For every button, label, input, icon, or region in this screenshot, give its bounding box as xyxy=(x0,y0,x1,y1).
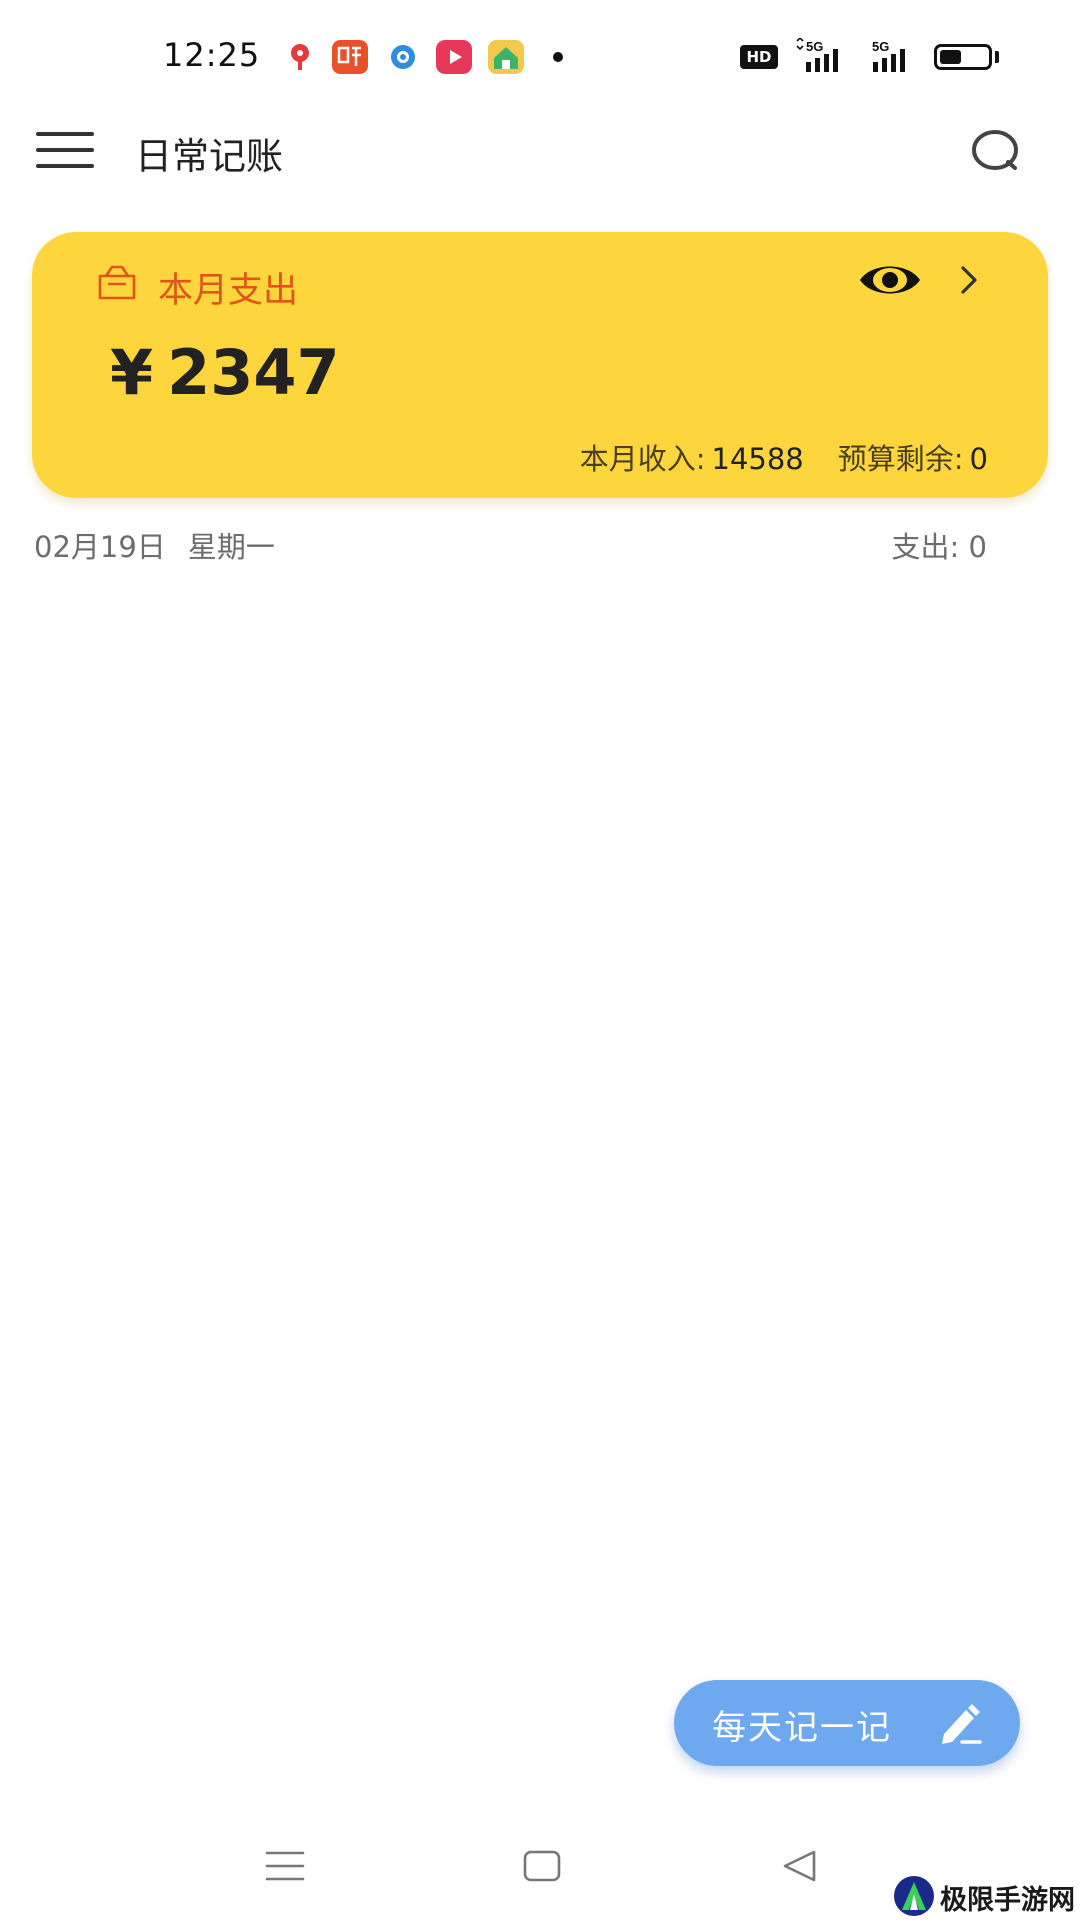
wallet-icon xyxy=(98,265,136,300)
svg-text:5G: 5G xyxy=(872,39,889,54)
summary-detail-button[interactable] xyxy=(954,262,984,298)
signal-1-icon: 5G xyxy=(796,38,838,72)
search-icon xyxy=(972,130,1018,170)
income-value: 14588 xyxy=(711,442,804,476)
expense-amount-value: 2347 xyxy=(167,336,340,409)
weekday-text: 星期一 xyxy=(187,530,275,564)
watermark-text: 极限手游网 xyxy=(940,1885,1075,1916)
battery-tip xyxy=(995,51,999,63)
menu-line xyxy=(36,148,94,152)
budget-value: 0 xyxy=(969,442,988,476)
watermark: 极限手游网 xyxy=(888,1872,1080,1920)
svg-text:5G: 5G xyxy=(806,39,823,54)
budget-label: 预算剩余: xyxy=(837,442,964,476)
hd-badge: HD xyxy=(740,45,778,69)
video-play-icon xyxy=(436,40,472,74)
map-pin-icon xyxy=(291,44,309,70)
date-text: 02月19日 xyxy=(34,530,166,564)
add-record-button[interactable]: 每天记一记 xyxy=(674,1680,1020,1766)
battery-level xyxy=(940,50,961,64)
income-label: 本月收入: xyxy=(579,442,706,476)
day-expense-label: 支出: xyxy=(891,530,960,564)
add-record-label: 每天记一记 xyxy=(712,1708,892,1748)
more-notifications-dot xyxy=(553,52,563,62)
eye-icon xyxy=(860,266,920,294)
status-time: 12:25 xyxy=(163,36,261,74)
app-screen: 12:25 HD 5G 5G 日常记账 本月支出 ¥ 2347 本月收入: 14… xyxy=(0,0,1080,1920)
monthly-expense-label: 本月支出 xyxy=(158,271,299,311)
back-button[interactable] xyxy=(780,1848,820,1884)
search-button[interactable] xyxy=(968,124,1024,180)
menu-line xyxy=(36,164,94,168)
pencil-icon xyxy=(942,1704,982,1744)
battery-icon xyxy=(934,44,992,70)
monthly-expense-amount: ¥2347 xyxy=(110,336,340,409)
monthly-summary-card[interactable]: 本月支出 ¥2347 本月收入: 14588 预算剩余: 0 xyxy=(32,232,1048,498)
home-app-icon xyxy=(488,40,524,74)
currency-symbol: ¥ xyxy=(110,336,154,409)
day-expense: 支出: 0 xyxy=(892,524,987,566)
eye-app-icon xyxy=(391,45,415,69)
listen-app-icon xyxy=(332,40,368,74)
chevron-right-icon xyxy=(961,266,977,294)
signal-2-icon: 5G xyxy=(872,39,905,72)
watermark-logo-icon xyxy=(894,1876,934,1916)
status-bar: 12:25 HD 5G 5G xyxy=(0,0,1080,110)
toggle-visibility-button[interactable] xyxy=(858,260,922,300)
menu-button[interactable] xyxy=(36,132,94,168)
card-stats: 本月收入: 14588 预算剩余: 0 xyxy=(580,436,988,478)
home-button[interactable] xyxy=(522,1848,562,1884)
day-expense-value: 0 xyxy=(968,530,987,564)
recent-apps-button[interactable] xyxy=(264,1848,306,1884)
date-header: 02月19日 星期一 xyxy=(34,524,275,566)
menu-line xyxy=(36,132,94,136)
page-title: 日常记账 xyxy=(135,135,283,178)
